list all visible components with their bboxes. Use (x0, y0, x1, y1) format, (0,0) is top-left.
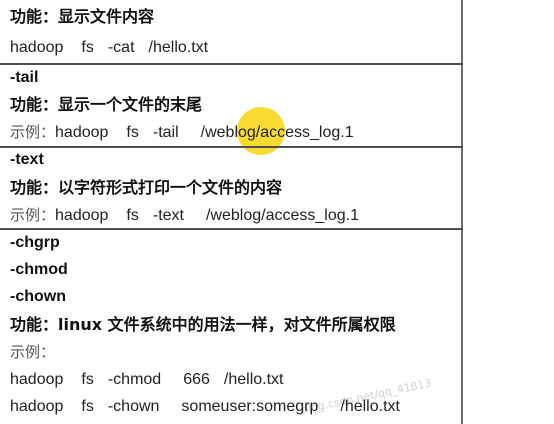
section-divider (0, 228, 463, 230)
cmd-token: /weblog/access_log.1 (200, 124, 354, 141)
cmd-token: -cat (107, 39, 135, 56)
cmd-token: fs (126, 207, 139, 224)
text-feature-text: 功能：以字符形式打印一个文件的内容 (10, 178, 283, 197)
tail-feature-text: 功能：显示一个文件的末尾 (10, 95, 203, 114)
chgrp-option: -chgrp (10, 234, 60, 251)
cmd-token: fs (81, 39, 94, 56)
cmd-token: -chown (107, 398, 160, 415)
tail-option: -tail (10, 69, 39, 86)
chmod-example: hadoop fs -chmod 666/hello.txt (10, 369, 284, 391)
cat-command: hadoop fs -cat/hello.txt (10, 37, 208, 59)
document-page: 功能：显示文件内容 hadoop fs -cat/hello.txt -tail 功… (0, 0, 554, 424)
example-label: 示例： (10, 206, 56, 224)
cmd-token: -chmod (107, 371, 162, 388)
cmd-token: hadoop (10, 39, 64, 56)
cmd-token: hadoop (10, 398, 64, 415)
cmd-token: fs (81, 371, 94, 388)
cmd-token: 666 (183, 371, 210, 388)
cmd-token: /hello.txt (340, 398, 400, 415)
text-option: -text (10, 151, 44, 168)
chown-example: hadoop fs -chown someuser:somegrp/hello.txt (10, 396, 400, 418)
cmd-token: hadoop (10, 371, 64, 388)
cmd-token: -text (152, 207, 184, 224)
cmd-token: hadoop (55, 207, 109, 224)
chown-option: -chown (10, 288, 66, 305)
cmd-token: /weblog/access_log.1 (205, 207, 359, 224)
cmd-token: /hello.txt (223, 371, 284, 388)
cat-feature-text: 功能：显示文件内容 (10, 7, 155, 26)
cmd-token: hadoop (55, 124, 109, 141)
chmod-option: -chmod (10, 261, 68, 278)
section-divider (0, 63, 463, 65)
tail-example: 示例：hadoop fs -tail/weblog/access_log.1 (10, 121, 354, 143)
cmd-token: -tail (152, 124, 179, 141)
chown-feature-text: 功能：linux 文件系统中的用法一样，对文件所属权限 (10, 315, 396, 334)
text-example: 示例：hadoop fs -text/weblog/access_log.1 (10, 204, 359, 226)
cmd-token: fs (126, 124, 139, 141)
example-label: 示例： (10, 123, 56, 141)
example-label: 示例： (10, 343, 56, 361)
cmd-token: fs (81, 398, 94, 415)
section-divider (0, 146, 463, 148)
cmd-token: someuser:somegrp (181, 398, 319, 415)
cmd-token: /hello.txt (148, 39, 209, 56)
